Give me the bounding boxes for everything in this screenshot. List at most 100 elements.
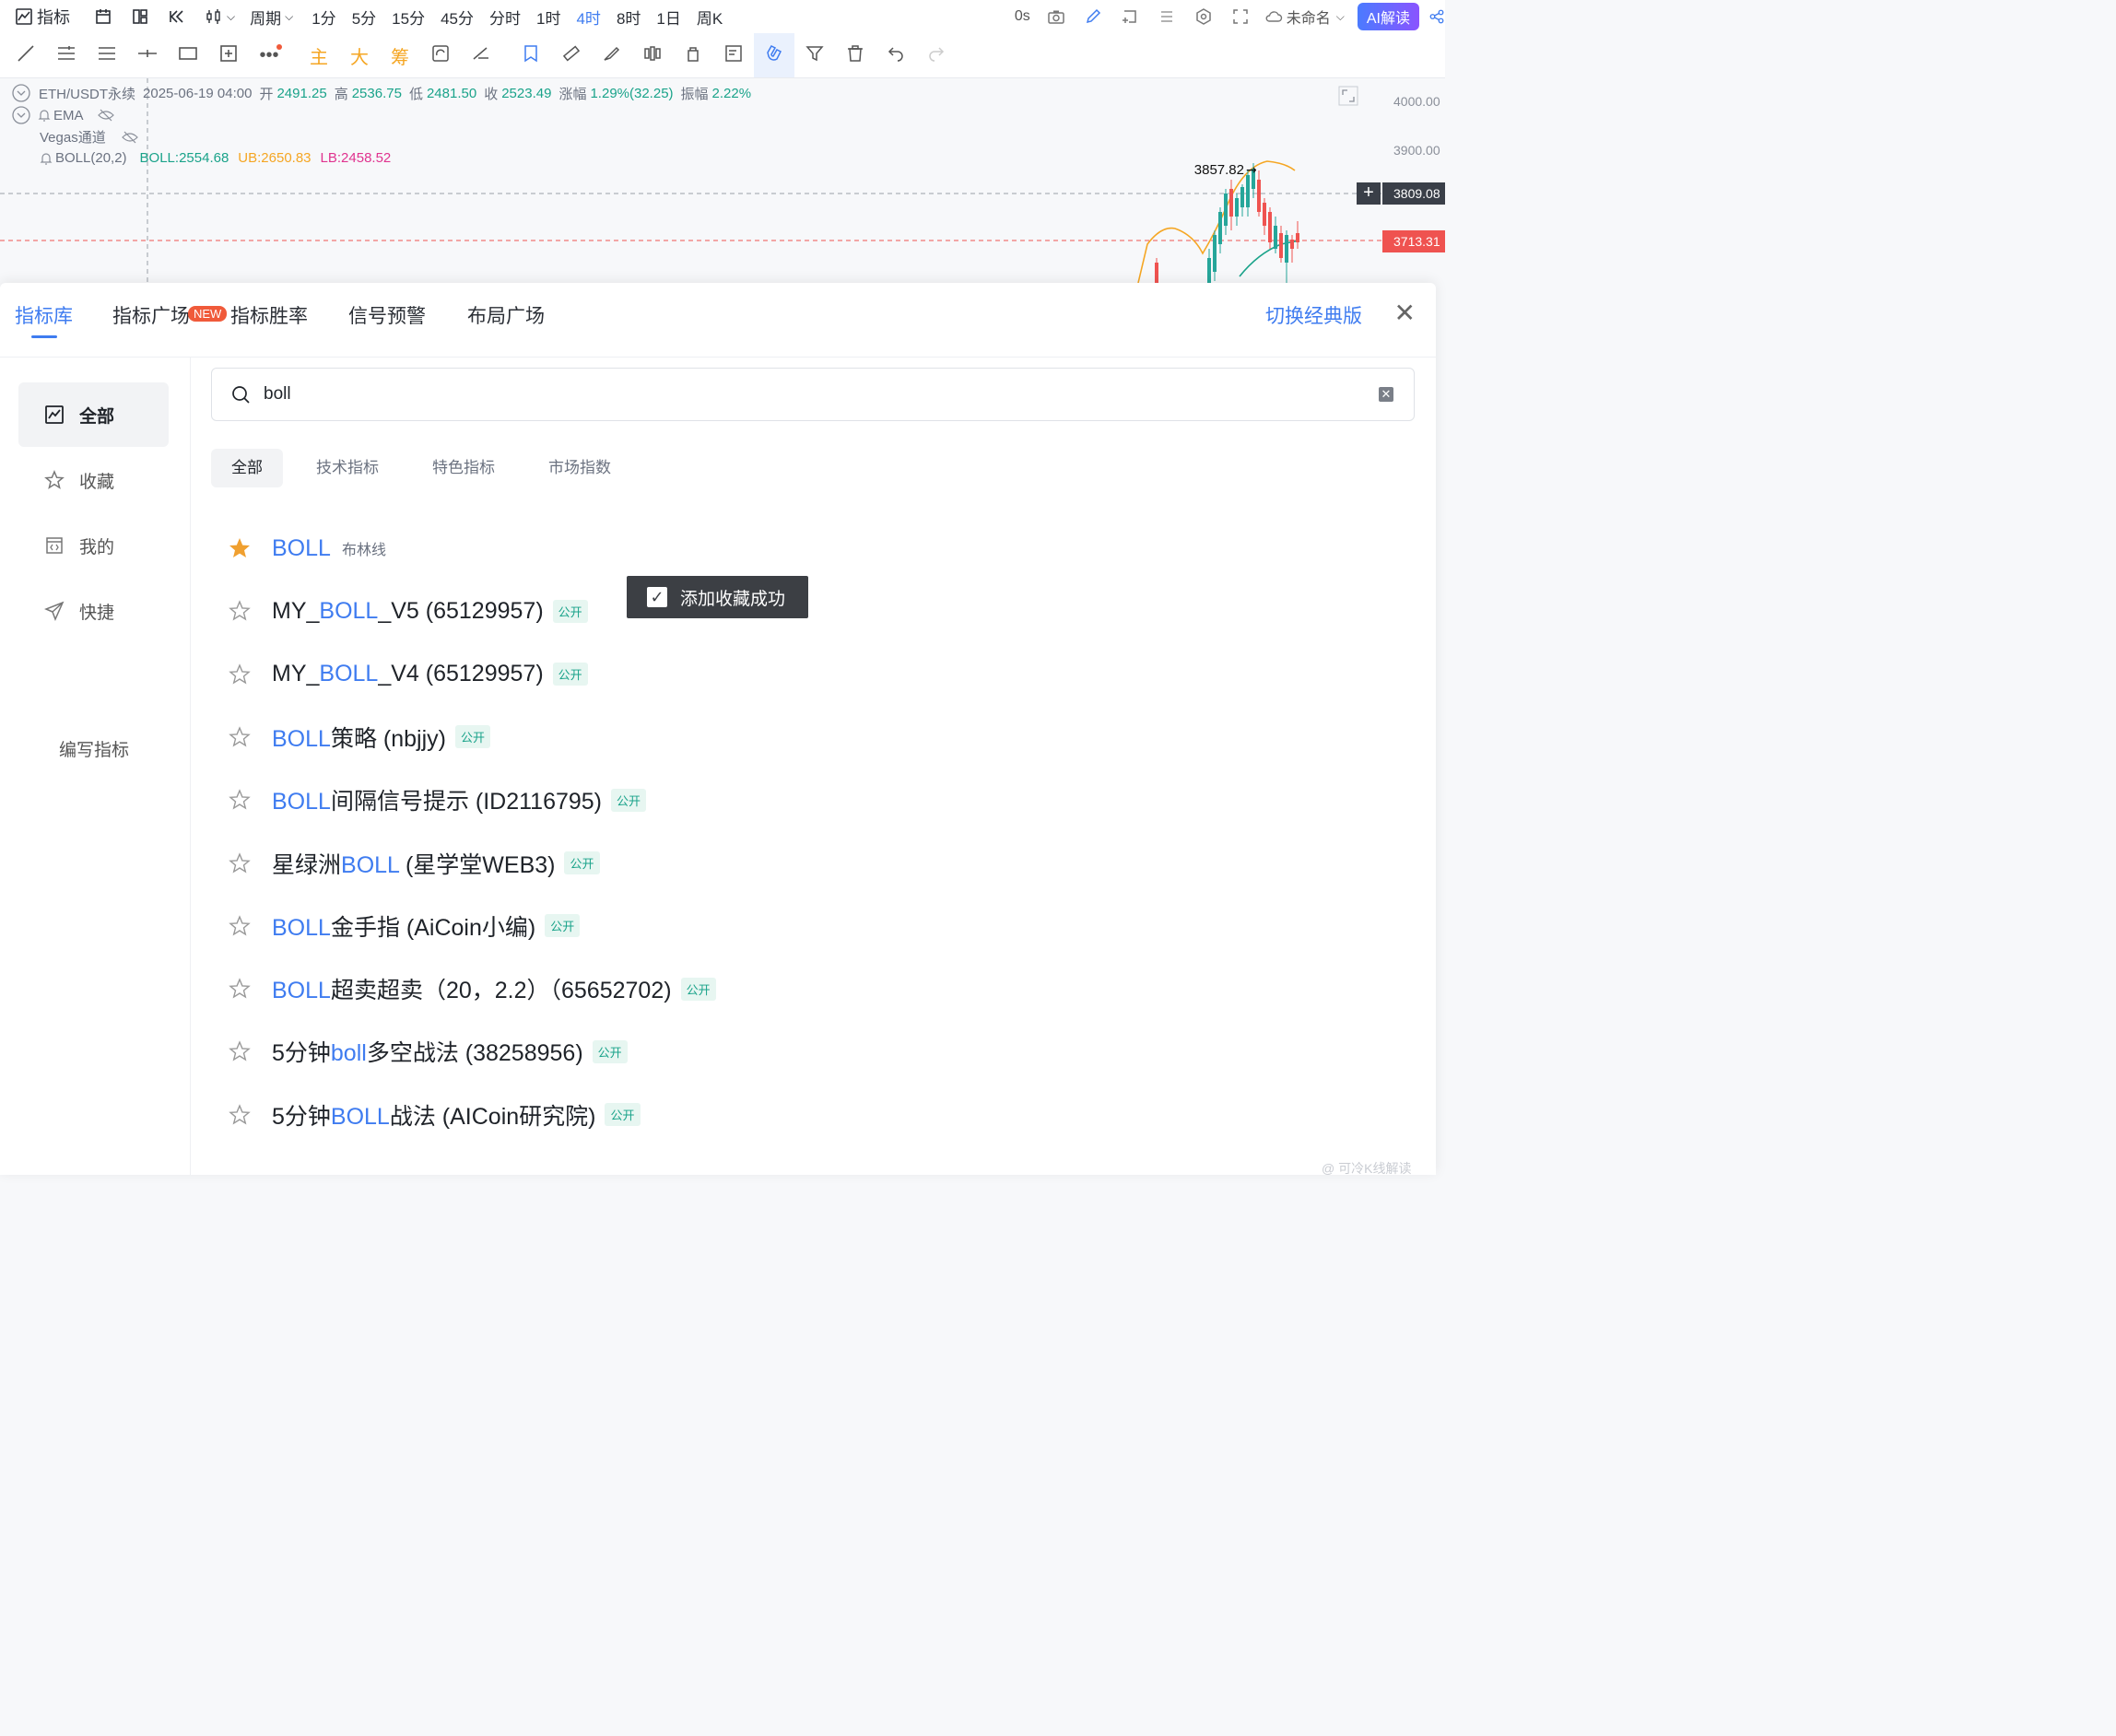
undo-button[interactable] (876, 33, 916, 77)
main-indicator-button[interactable]: 主 (299, 33, 339, 77)
star-icon[interactable] (228, 663, 252, 686)
bell-icon[interactable] (37, 108, 52, 123)
write-indicator-link[interactable]: 编写指标 (59, 736, 129, 761)
interval-option[interactable]: 1日 (656, 6, 680, 29)
search-input[interactable] (262, 383, 1379, 405)
list-icon[interactable] (1158, 7, 1176, 26)
tab-indicator-winrate[interactable]: 指标胜率 (230, 301, 308, 329)
interval-option[interactable]: 分时 (489, 6, 521, 29)
share-icon[interactable] (1428, 7, 1445, 26)
star-icon[interactable] (228, 725, 252, 749)
sync-tool[interactable] (420, 33, 461, 77)
add-alert-button[interactable]: + (1357, 182, 1381, 205)
switch-classic-button[interactable]: 切换经典版 (1265, 301, 1362, 329)
add-window-icon[interactable] (1121, 7, 1139, 26)
list-item[interactable]: BOLL间隔信号提示 (ID2116795) 公开 (228, 774, 647, 826)
filter-tool[interactable] (794, 33, 835, 77)
lock-tool[interactable] (673, 33, 713, 77)
rectangle-tool[interactable] (168, 33, 208, 77)
candle-body (1296, 233, 1299, 242)
period-dropdown[interactable]: 周期 ⌵ (250, 6, 293, 29)
ai-interpret-button[interactable]: AI解读 (1357, 3, 1419, 30)
bell-icon[interactable] (39, 151, 53, 166)
name-part: 多空战法 (38258956) (366, 1040, 583, 1067)
tab-signal-alert[interactable]: 信号预警 (348, 301, 426, 329)
open-value: 2491.25 (276, 85, 327, 101)
interval-option[interactable]: 1分 (312, 6, 335, 29)
list-item[interactable]: MY_BOLL_V5 (65129957) 公开 (228, 585, 588, 637)
star-icon[interactable] (228, 788, 252, 812)
collapse-chevron-icon[interactable] (11, 83, 31, 103)
sidebar-item-favorites[interactable]: 收藏 (18, 448, 169, 512)
list-item[interactable]: BOLL金手指 (AiCoin小编) 公开 (228, 900, 581, 952)
expand-icon[interactable] (1338, 86, 1358, 106)
measure-tool[interactable] (208, 33, 249, 77)
pencil-icon[interactable] (1084, 7, 1102, 26)
list-item[interactable]: BOLL超卖超卖（20，2.2）（65652702) 公开 (228, 963, 716, 1015)
more-tools-button[interactable]: ••• (249, 33, 289, 77)
star-filled-icon[interactable] (228, 536, 252, 560)
interval-option[interactable]: 45分 (441, 6, 474, 29)
channel-tool[interactable] (87, 33, 127, 77)
clear-search-icon[interactable]: ✕ (1379, 387, 1393, 402)
list-item[interactable]: 5分钟BOLL战法 (AICoin研究院) 公开 (228, 1089, 641, 1141)
list-item[interactable]: MY_BOLL_V4 (65129957) 公开 (228, 649, 588, 700)
horizontal-line-tool[interactable] (127, 33, 168, 77)
tab-indicator-library[interactable]: 指标库 (15, 301, 73, 338)
chart-type-button[interactable]: ⌵ (205, 7, 235, 26)
sidebar-item-shortcut[interactable]: 快捷 (18, 579, 169, 643)
eye-hidden-icon[interactable] (121, 130, 139, 145)
close-icon[interactable]: ✕ (1394, 298, 1416, 328)
interval-option[interactable]: 15分 (392, 6, 425, 29)
filter-technical[interactable]: 技术指标 (296, 449, 399, 487)
settings-hex-icon[interactable] (1194, 7, 1213, 26)
indicator-button[interactable]: 指标 (15, 5, 70, 29)
interval-option[interactable]: 1时 (536, 6, 560, 29)
scale-tool[interactable] (461, 33, 501, 77)
sync-icon (430, 43, 451, 68)
list-item[interactable]: 5分钟boll多空战法 (38258956) 公开 (228, 1026, 628, 1077)
note-tool[interactable] (713, 33, 754, 77)
camera-icon[interactable] (1047, 7, 1065, 26)
big-order-button[interactable]: 大 (339, 33, 380, 77)
brush-tool[interactable] (592, 33, 632, 77)
star-icon[interactable] (228, 1103, 252, 1127)
chip-distribution-button[interactable]: 筹 (380, 33, 420, 77)
fullscreen-icon[interactable] (1231, 7, 1250, 26)
price-chart[interactable]: 3857.82 → ETH/USDT永续 2025-06-19 04:00 开2… (0, 78, 1445, 283)
tab-indicator-square[interactable]: 指标广场 (112, 301, 190, 329)
collapse-chevron-icon[interactable] (11, 105, 31, 125)
star-icon[interactable] (228, 977, 252, 1001)
delete-tool[interactable] (835, 33, 876, 77)
interval-option[interactable]: 5分 (352, 6, 376, 29)
bookmark-tool[interactable] (511, 33, 551, 77)
interval-option[interactable]: 4时 (576, 6, 600, 29)
tab-layout-square[interactable]: 布局广场 (467, 301, 545, 329)
list-item[interactable]: 星绿洲BOLL (星学堂WEB3) 公开 (228, 838, 600, 889)
star-icon[interactable] (228, 851, 252, 875)
star-icon[interactable] (228, 599, 252, 623)
list-item[interactable]: BOLL 布林线 (228, 522, 386, 574)
interval-option[interactable]: 周K (697, 6, 723, 29)
parallel-lines-tool[interactable] (46, 33, 87, 77)
redo-button[interactable] (916, 33, 957, 77)
workspace-dropdown[interactable]: 未命名 ⌵ (1264, 6, 1345, 28)
filter-market-index[interactable]: 市场指数 (528, 449, 631, 487)
public-badge: 公开 (545, 914, 581, 938)
replay-button[interactable] (168, 7, 186, 26)
sidebar-item-mine[interactable]: 我的 (18, 513, 169, 578)
star-icon[interactable] (228, 1039, 252, 1063)
interval-option[interactable]: 8时 (617, 6, 641, 29)
layout-button[interactable] (131, 7, 149, 26)
filter-all[interactable]: 全部 (211, 449, 283, 487)
ruler-tool[interactable] (551, 33, 592, 77)
magnet-tool[interactable] (754, 33, 794, 77)
sidebar-item-all[interactable]: 全部 (18, 382, 169, 447)
list-item[interactable]: BOLL策略 (nbjjy) 公开 (228, 711, 490, 763)
eye-hidden-icon[interactable] (97, 108, 115, 123)
filter-featured[interactable]: 特色指标 (412, 449, 515, 487)
trend-line-tool[interactable] (6, 33, 46, 77)
candle-compare-tool[interactable] (632, 33, 673, 77)
calendar-button[interactable] (94, 7, 112, 26)
star-icon[interactable] (228, 914, 252, 938)
